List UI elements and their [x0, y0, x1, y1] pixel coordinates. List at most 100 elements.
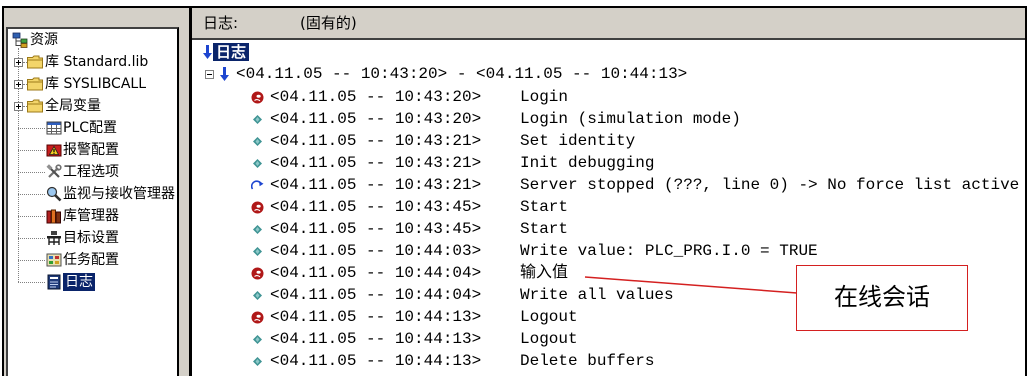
log-entry-message: Start [520, 220, 569, 238]
log-header-mode: (固有的) [300, 14, 357, 32]
tree-item-global-variables[interactable]: 全局变量 [8, 96, 177, 116]
tree-item-label: 报警配置 [63, 142, 119, 158]
log-entry-message: Start [520, 198, 569, 216]
user-action-icon [251, 311, 264, 324]
tree-connector [18, 128, 45, 129]
tree-item-label: 监视与接收管理器 [63, 186, 175, 202]
tree-connector [18, 150, 45, 151]
log-entry-message: Delete buffers [520, 352, 655, 370]
tree-item-alarm-config[interactable]: 报警配置 [8, 140, 177, 160]
log-entry[interactable]: <04.11.05 -- 10:44:03> Write value: PLC_… [192, 241, 1025, 261]
tree-item-standard-lib[interactable]: 库 Standard.lib [8, 52, 177, 72]
log-entry[interactable]: <04.11.05 -- 10:43:21> Init debugging [192, 153, 1025, 173]
log-icon [46, 274, 62, 290]
log-session-node[interactable]: <04.11.05 -- 10:43:20> - <04.11.05 -- 10… [192, 64, 1025, 84]
tree-connector [18, 282, 45, 283]
tree-item-label: 任务配置 [63, 252, 119, 268]
event-diamond-icon [251, 113, 264, 126]
resources-panel: 资源 库 Standard.lib 库 SYSLIBCALL 全局变量 PLC配… [6, 27, 179, 376]
log-entry-message: Logout [520, 330, 578, 348]
folder-icon [27, 55, 43, 71]
server-arrow-icon [251, 179, 264, 192]
event-diamond-icon [251, 289, 264, 302]
event-diamond-icon [251, 223, 264, 236]
log-header: 日志: (固有的) [192, 8, 1025, 38]
annotation-box: 在线会话 [796, 265, 968, 331]
tree-connector [18, 172, 45, 173]
folder-icon [27, 99, 43, 115]
log-entry-message: Write value: PLC_PRG.I.0 = TRUE [520, 242, 818, 260]
tree-connector [18, 216, 45, 217]
collapse-icon[interactable] [205, 70, 214, 79]
tree-item-label: 库 SYSLIBCALL [45, 76, 147, 92]
expand-icon[interactable] [14, 101, 23, 111]
log-entry-message: Init debugging [520, 154, 655, 172]
log-entry-time: <04.11.05 -- 10:43:20> [270, 110, 482, 128]
log-entry[interactable]: <04.11.05 -- 10:43:45> Start [192, 219, 1025, 239]
tree-connector [18, 194, 45, 195]
tree-item-log[interactable]: 日志 [8, 272, 177, 292]
log-entry-message: Login [520, 88, 569, 106]
target-settings-icon [46, 230, 62, 246]
arrow-down-icon [220, 67, 229, 81]
folder-icon [27, 77, 43, 93]
log-entry-time: <04.11.05 -- 10:43:45> [270, 220, 482, 238]
log-entry[interactable]: <04.11.05 -- 10:43:45> Start [192, 197, 1025, 217]
log-header-title: 日志: [203, 14, 239, 32]
log-entry-time: <04.11.05 -- 10:43:21> [270, 154, 482, 172]
expand-icon[interactable] [14, 57, 23, 67]
tree-item-project-options[interactable]: 工程选项 [8, 162, 177, 182]
log-entry[interactable]: <04.11.05 -- 10:43:20> Login [192, 87, 1025, 107]
tree-item-plc-config[interactable]: PLC配置 [8, 118, 177, 138]
tree-item-task-config[interactable]: 任务配置 [8, 250, 177, 270]
tree-connector [18, 238, 45, 239]
tree-item-library-manager[interactable]: 库管理器 [8, 206, 177, 226]
event-diamond-icon [251, 157, 264, 170]
log-entry-time: <04.11.05 -- 10:43:21> [270, 176, 482, 194]
watch-manager-icon [46, 186, 62, 202]
log-entry-message: Set identity [520, 132, 636, 150]
tree-item-label-selected: 日志 [63, 273, 95, 291]
tree-item-label: PLC配置 [63, 120, 118, 136]
expand-icon[interactable] [14, 79, 23, 89]
task-config-icon [46, 252, 62, 268]
log-entry-message: Write all values [520, 286, 674, 304]
tree-item-label: 库管理器 [63, 208, 119, 224]
plc-config-icon [46, 120, 62, 136]
tree-item-label: 资源 [30, 32, 58, 48]
library-manager-icon [46, 208, 62, 224]
log-root-label: 日志 [213, 43, 250, 61]
event-diamond-icon [251, 245, 264, 258]
tree-connector [18, 260, 45, 261]
user-action-icon [251, 267, 264, 280]
tree-item-label: 目标设置 [63, 230, 119, 246]
log-entry[interactable]: <04.11.05 -- 10:43:21> Set identity [192, 131, 1025, 151]
tree-item-watch-manager[interactable]: 监视与接收管理器 [8, 184, 177, 204]
log-entry-time: <04.11.05 -- 10:44:13> [270, 308, 482, 326]
log-entry-time: <04.11.05 -- 10:44:04> [270, 264, 482, 282]
log-entry-message: Logout [520, 308, 578, 326]
log-entry[interactable]: <04.11.05 -- 10:44:13> Delete buffers [192, 351, 1025, 371]
log-entry[interactable]: <04.11.05 -- 10:43:21> Server stopped (?… [192, 175, 1025, 195]
user-action-icon [251, 91, 264, 104]
resources-icon [12, 32, 28, 48]
log-entry[interactable]: <04.11.05 -- 10:43:20> Login (simulation… [192, 109, 1025, 129]
arrow-down-icon [203, 45, 212, 59]
tree-item-label: 库 Standard.lib [45, 54, 149, 70]
log-entry-message: 输入值 [520, 264, 569, 282]
log-entry-time: <04.11.05 -- 10:44:13> [270, 330, 482, 348]
log-entry-time: <04.11.05 -- 10:44:03> [270, 242, 482, 260]
log-entry-time: <04.11.05 -- 10:44:04> [270, 286, 482, 304]
tree-item-syslibcall[interactable]: 库 SYSLIBCALL [8, 74, 177, 94]
log-entry-message: Login (simulation mode) [520, 110, 741, 128]
event-diamond-icon [251, 355, 264, 368]
user-action-icon [251, 201, 264, 214]
log-entry[interactable]: <04.11.05 -- 10:44:13> Logout [192, 329, 1025, 349]
tools-icon [46, 164, 62, 180]
log-entry-time: <04.11.05 -- 10:43:20> [270, 88, 482, 106]
tree-item-label: 工程选项 [63, 164, 119, 180]
tree-item-target-settings[interactable]: 目标设置 [8, 228, 177, 248]
log-root-node[interactable]: 日志 [192, 42, 1025, 62]
tree-item-resources[interactable]: 资源 [8, 30, 177, 50]
session-range-label: <04.11.05 -- 10:43:20> - <04.11.05 -- 10… [236, 65, 688, 83]
